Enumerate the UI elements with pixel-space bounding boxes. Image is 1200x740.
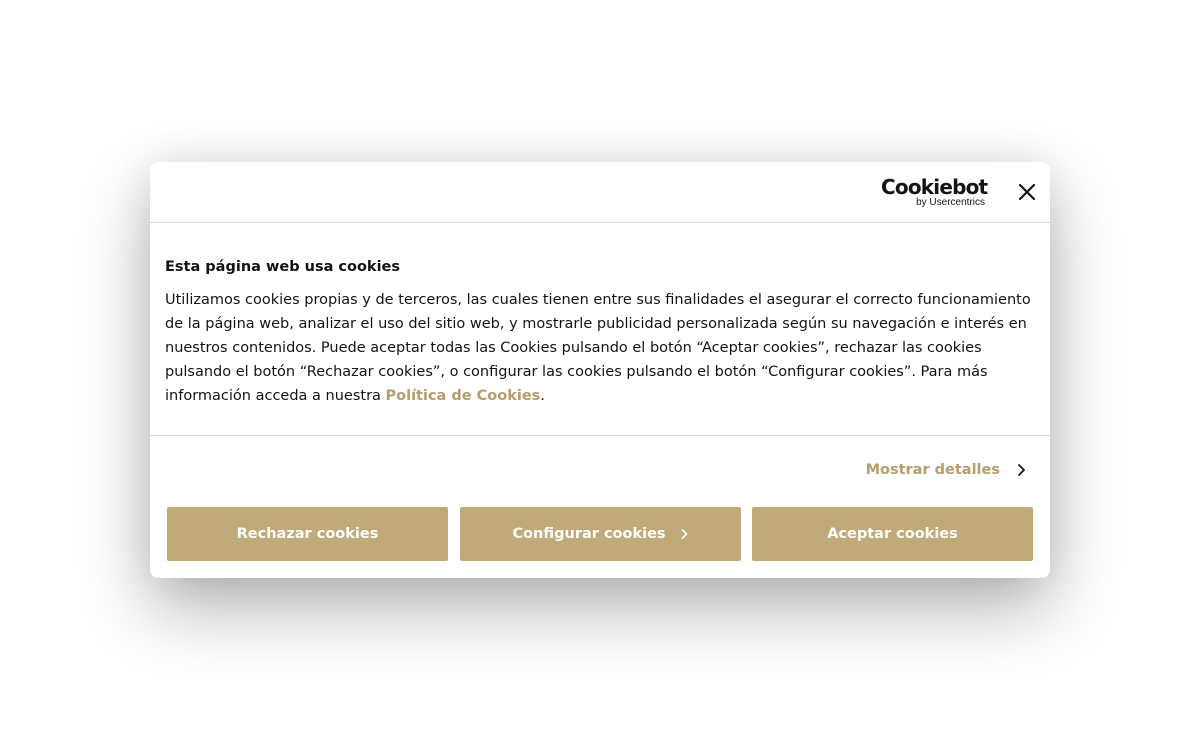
action-buttons: Rechazar cookies Configurar cookies Acep… [167, 507, 1033, 561]
dialog-body: Esta página web usa cookies Utilizamos c… [150, 223, 1050, 436]
reject-cookies-label: Rechazar cookies [236, 526, 379, 542]
reject-cookies-button[interactable]: Rechazar cookies [167, 507, 448, 561]
details-row: Mostrar detalles [150, 436, 1050, 506]
accept-cookies-label: Aceptar cookies [827, 526, 958, 542]
chevron-right-icon [1018, 464, 1025, 476]
close-button[interactable] [1015, 180, 1039, 204]
cookie-consent-dialog: Cookiebot by Usercentrics Esta página we… [150, 162, 1050, 578]
close-icon [1018, 183, 1036, 201]
configure-cookies-label: Configurar cookies [512, 526, 666, 542]
logo-wordmark: Cookiebot [881, 175, 988, 199]
dialog-description: Utilizamos cookies propias y de terceros… [165, 288, 1035, 408]
accept-cookies-button[interactable]: Aceptar cookies [752, 507, 1033, 561]
cookie-policy-link[interactable]: Política de Cookies [386, 388, 541, 404]
configure-cookies-button[interactable]: Configurar cookies [460, 507, 741, 561]
show-details-label: Mostrar detalles [865, 462, 1000, 478]
show-details-link[interactable]: Mostrar detalles [866, 460, 1026, 480]
chevron-right-icon [681, 529, 687, 539]
cookiebot-logo: Cookiebot by Usercentrics [881, 175, 988, 208]
dialog-title: Esta página web usa cookies [165, 259, 401, 275]
dialog-header: Cookiebot by Usercentrics [150, 162, 1050, 223]
description-text: Utilizamos cookies propias y de terceros… [165, 292, 1031, 404]
description-end: . [540, 388, 545, 404]
